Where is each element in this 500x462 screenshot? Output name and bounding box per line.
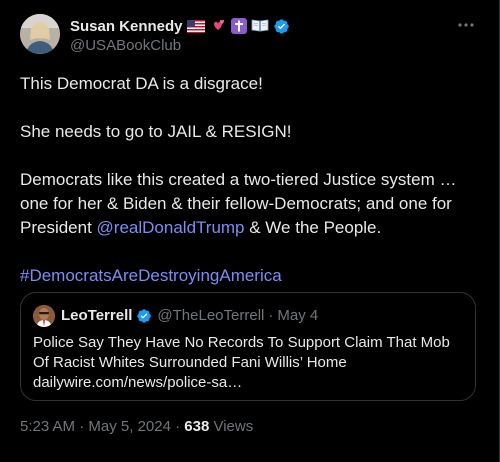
tweet-date[interactable]: May 5, 2024 [88, 418, 171, 435]
hashtag-link[interactable]: #DemocratsAreDestroyingAmerica [20, 266, 282, 285]
views-label: Views [209, 418, 254, 435]
open-book-icon [251, 18, 269, 34]
tweet-line: & We the People. [244, 218, 382, 237]
quote-header: LeoTerrell @TheLeoTerrell · May 4 [61, 307, 318, 324]
quote-text: Police Say They Have No Records To Suppo… [33, 333, 465, 393]
tweet-card: Susan Kennedy @USABookClub This Democrat… [0, 0, 500, 462]
quote-author-name[interactable]: LeoTerrell [61, 307, 132, 324]
quote-body: Police Say They Have No Records To Suppo… [33, 334, 450, 371]
views-count[interactable]: 638 [184, 418, 209, 435]
two-hearts-icon [209, 18, 227, 34]
mention-link[interactable]: @realDonaldTrump [97, 218, 245, 237]
author-name-row: Susan Kennedy [70, 16, 290, 36]
tweet-line: She needs to go to JAIL & RESIGN! [20, 122, 292, 141]
quoted-tweet[interactable]: LeoTerrell @TheLeoTerrell · May 4 Police… [20, 292, 476, 401]
verified-badge-icon[interactable] [273, 18, 290, 35]
us-flag-icon [186, 18, 205, 34]
author-avatar[interactable] [20, 14, 60, 54]
meta-separator: · [170, 418, 185, 435]
separator-dot: · [268, 307, 274, 324]
author-display-name[interactable]: Susan Kennedy [70, 18, 183, 35]
quote-link[interactable]: dailywire.com/news/police-sa… [33, 373, 465, 393]
verified-badge-icon[interactable] [136, 308, 152, 324]
tweet-line: This Democrat DA is a disgrace! [20, 74, 263, 93]
more-options-icon[interactable] [457, 16, 475, 28]
cross-icon [230, 18, 247, 34]
meta-separator: · [75, 418, 89, 435]
tweet-text: This Democrat DA is a disgrace! She need… [20, 72, 482, 288]
quote-author-avatar[interactable] [33, 305, 55, 327]
author-handle[interactable]: @USABookClub [70, 37, 181, 54]
tweet-paragraph: Democrats like this created a two-tiered… [20, 168, 482, 240]
tweet-meta: 5:23 AM · May 5, 2024 · 638 Views [20, 418, 253, 435]
quote-date[interactable]: May 4 [277, 307, 318, 324]
tweet-time[interactable]: 5:23 AM [20, 418, 75, 435]
quote-author-handle[interactable]: @TheLeoTerrell [157, 307, 264, 324]
